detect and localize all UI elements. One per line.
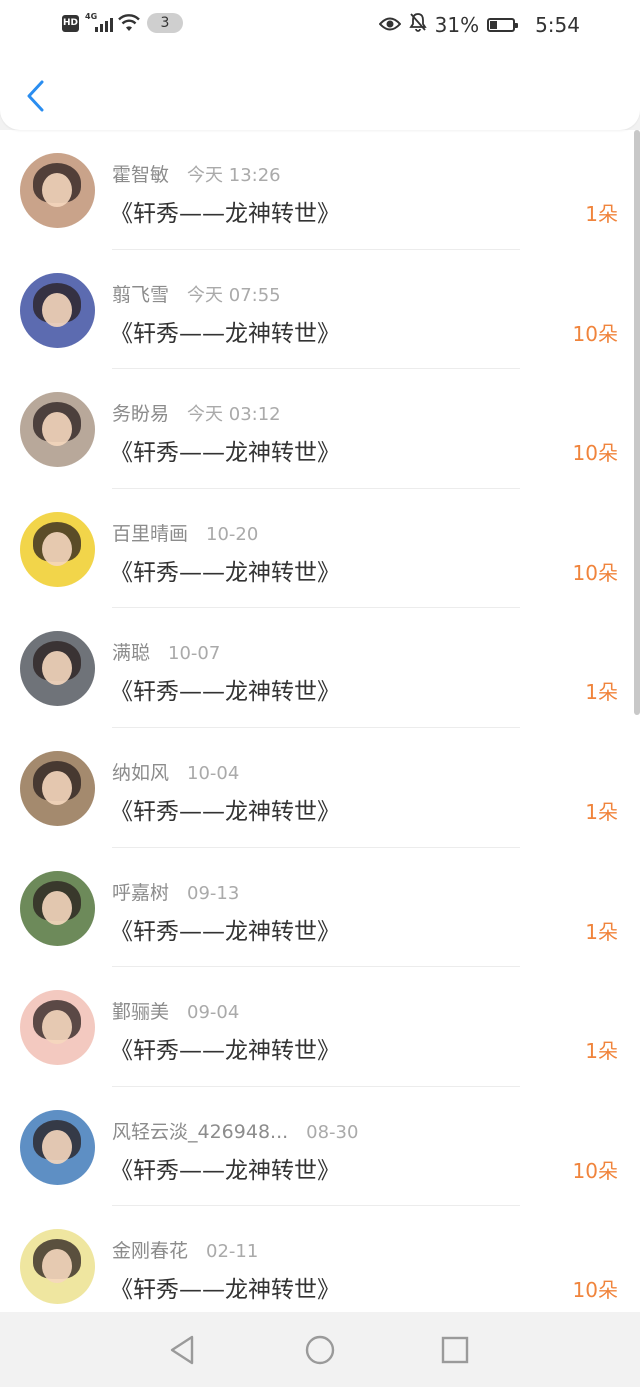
nav-back-button[interactable]: [162, 1330, 202, 1370]
scrollbar[interactable]: [634, 130, 640, 715]
avatar[interactable]: [20, 990, 95, 1066]
gift-time: 10-07: [168, 643, 221, 665]
avatar[interactable]: [20, 272, 95, 348]
notification-count-badge: 3: [147, 13, 183, 33]
user-name: 百里晴画: [112, 522, 189, 545]
book-title: 《轩秀——龙神转世》: [110, 201, 340, 227]
chevron-left-icon: [27, 80, 44, 112]
flower-count: 10朵: [572, 560, 618, 585]
avatar[interactable]: [20, 750, 95, 826]
gift-time: 今天 07:55: [187, 284, 281, 306]
user-name: 风轻云淡_426948...: [112, 1120, 289, 1143]
book-title: 《轩秀——龙神转世》: [110, 679, 340, 706]
list-item[interactable]: 百里晴画 10-20 《轩秀——龙神转世》 10朵: [0, 489, 640, 609]
flower-count: 1朵: [585, 1039, 618, 1064]
book-title: 《轩秀——龙神转世》: [110, 559, 340, 586]
book-title: 《轩秀——龙神转世》: [110, 1277, 340, 1304]
flower-gift-list[interactable]: 霍智敏 今天 13:26 《轩秀——龙神转世》 1朵 翦飞雪 今天 07:55 …: [0, 130, 640, 1312]
hd-icon: HD: [62, 14, 79, 32]
list-item[interactable]: 风轻云淡_426948... 08-30 《轩秀——龙神转世》 10朵: [0, 1087, 640, 1207]
wifi-icon: [117, 14, 141, 32]
list-item[interactable]: 纳如风 10-04 《轩秀——龙神转世》 1朵: [0, 728, 640, 848]
user-name: 鄞骊美: [112, 1001, 170, 1024]
bell-muted-icon: [408, 12, 427, 37]
list-item[interactable]: 金刚春花 02-11 《轩秀——龙神转世》 10朵: [0, 1206, 640, 1312]
gift-time: 09-04: [187, 1002, 240, 1024]
avatar[interactable]: [20, 392, 95, 468]
book-title: 《轩秀——龙神转世》: [110, 1038, 340, 1065]
gift-time: 今天 03:12: [187, 404, 281, 426]
book-title: 《轩秀——龙神转世》: [110, 918, 340, 945]
avatar[interactable]: [20, 1229, 95, 1305]
gift-time: 08-30: [306, 1121, 359, 1143]
battery-percent: 31%: [434, 12, 480, 37]
user-name: 呼嘉树: [112, 881, 170, 904]
circle-home-icon: [305, 1335, 335, 1365]
avatar[interactable]: [20, 511, 95, 587]
user-name: 纳如风: [112, 761, 170, 784]
list-item[interactable]: 呼嘉树 09-13 《轩秀——龙神转世》 1朵: [0, 848, 640, 968]
status-time: 5:54: [535, 12, 580, 37]
flower-count: 1朵: [585, 680, 618, 705]
flower-count: 1朵: [585, 919, 618, 944]
eye-icon: [378, 13, 401, 37]
avatar[interactable]: [20, 631, 95, 707]
flower-count: 1朵: [585, 799, 618, 824]
header-card: HD 4G 3 31% 5:54: [0, 0, 640, 130]
nav-recents-button[interactable]: [435, 1330, 475, 1370]
list-item[interactable]: 鄞骊美 09-04 《轩秀——龙神转世》 1朵: [0, 967, 640, 1087]
avatar[interactable]: [20, 870, 95, 946]
flower-count: 10朵: [572, 1278, 618, 1303]
cellular-signal-icon: 4G: [85, 12, 113, 32]
gift-time: 10-04: [187, 762, 240, 784]
user-name: 满聪: [112, 642, 151, 665]
flower-count: 1朵: [585, 202, 618, 226]
back-button[interactable]: [18, 76, 54, 116]
list-item[interactable]: 霍智敏 今天 13:26 《轩秀——龙神转世》 1朵: [0, 130, 640, 250]
list-item[interactable]: 满聪 10-07 《轩秀——龙神转世》 1朵: [0, 608, 640, 728]
gift-time: 10-20: [206, 523, 259, 545]
status-bar: HD 4G 3 31% 5:54: [0, 0, 640, 50]
list-item[interactable]: 翦飞雪 今天 07:55 《轩秀——龙神转世》 10朵: [0, 250, 640, 370]
avatar[interactable]: [20, 1109, 95, 1185]
flower-count: 10朵: [572, 321, 618, 346]
flower-count: 10朵: [572, 441, 618, 466]
book-title: 《轩秀——龙神转世》: [110, 1157, 340, 1184]
flower-count: 10朵: [572, 1158, 618, 1183]
user-name: 务盼易: [112, 403, 170, 426]
system-nav-bar: [0, 1312, 640, 1387]
gift-time: 09-13: [187, 882, 240, 904]
avatar[interactable]: [20, 153, 95, 228]
gift-time: 02-11: [206, 1241, 259, 1263]
square-recents-icon: [441, 1336, 469, 1364]
book-title: 《轩秀——龙神转世》: [110, 440, 340, 467]
book-title: 《轩秀——龙神转世》: [110, 798, 340, 825]
list-item[interactable]: 务盼易 今天 03:12 《轩秀——龙神转世》 10朵: [0, 369, 640, 489]
user-name: 翦飞雪: [112, 283, 170, 306]
battery-icon: [487, 17, 519, 32]
gift-time: 今天 13:26: [187, 165, 281, 186]
user-name: 金刚春花: [112, 1240, 189, 1263]
user-name: 霍智敏: [112, 164, 170, 186]
book-title: 《轩秀——龙神转世》: [110, 320, 340, 347]
nav-home-button[interactable]: [300, 1330, 340, 1370]
triangle-back-icon: [170, 1335, 194, 1365]
